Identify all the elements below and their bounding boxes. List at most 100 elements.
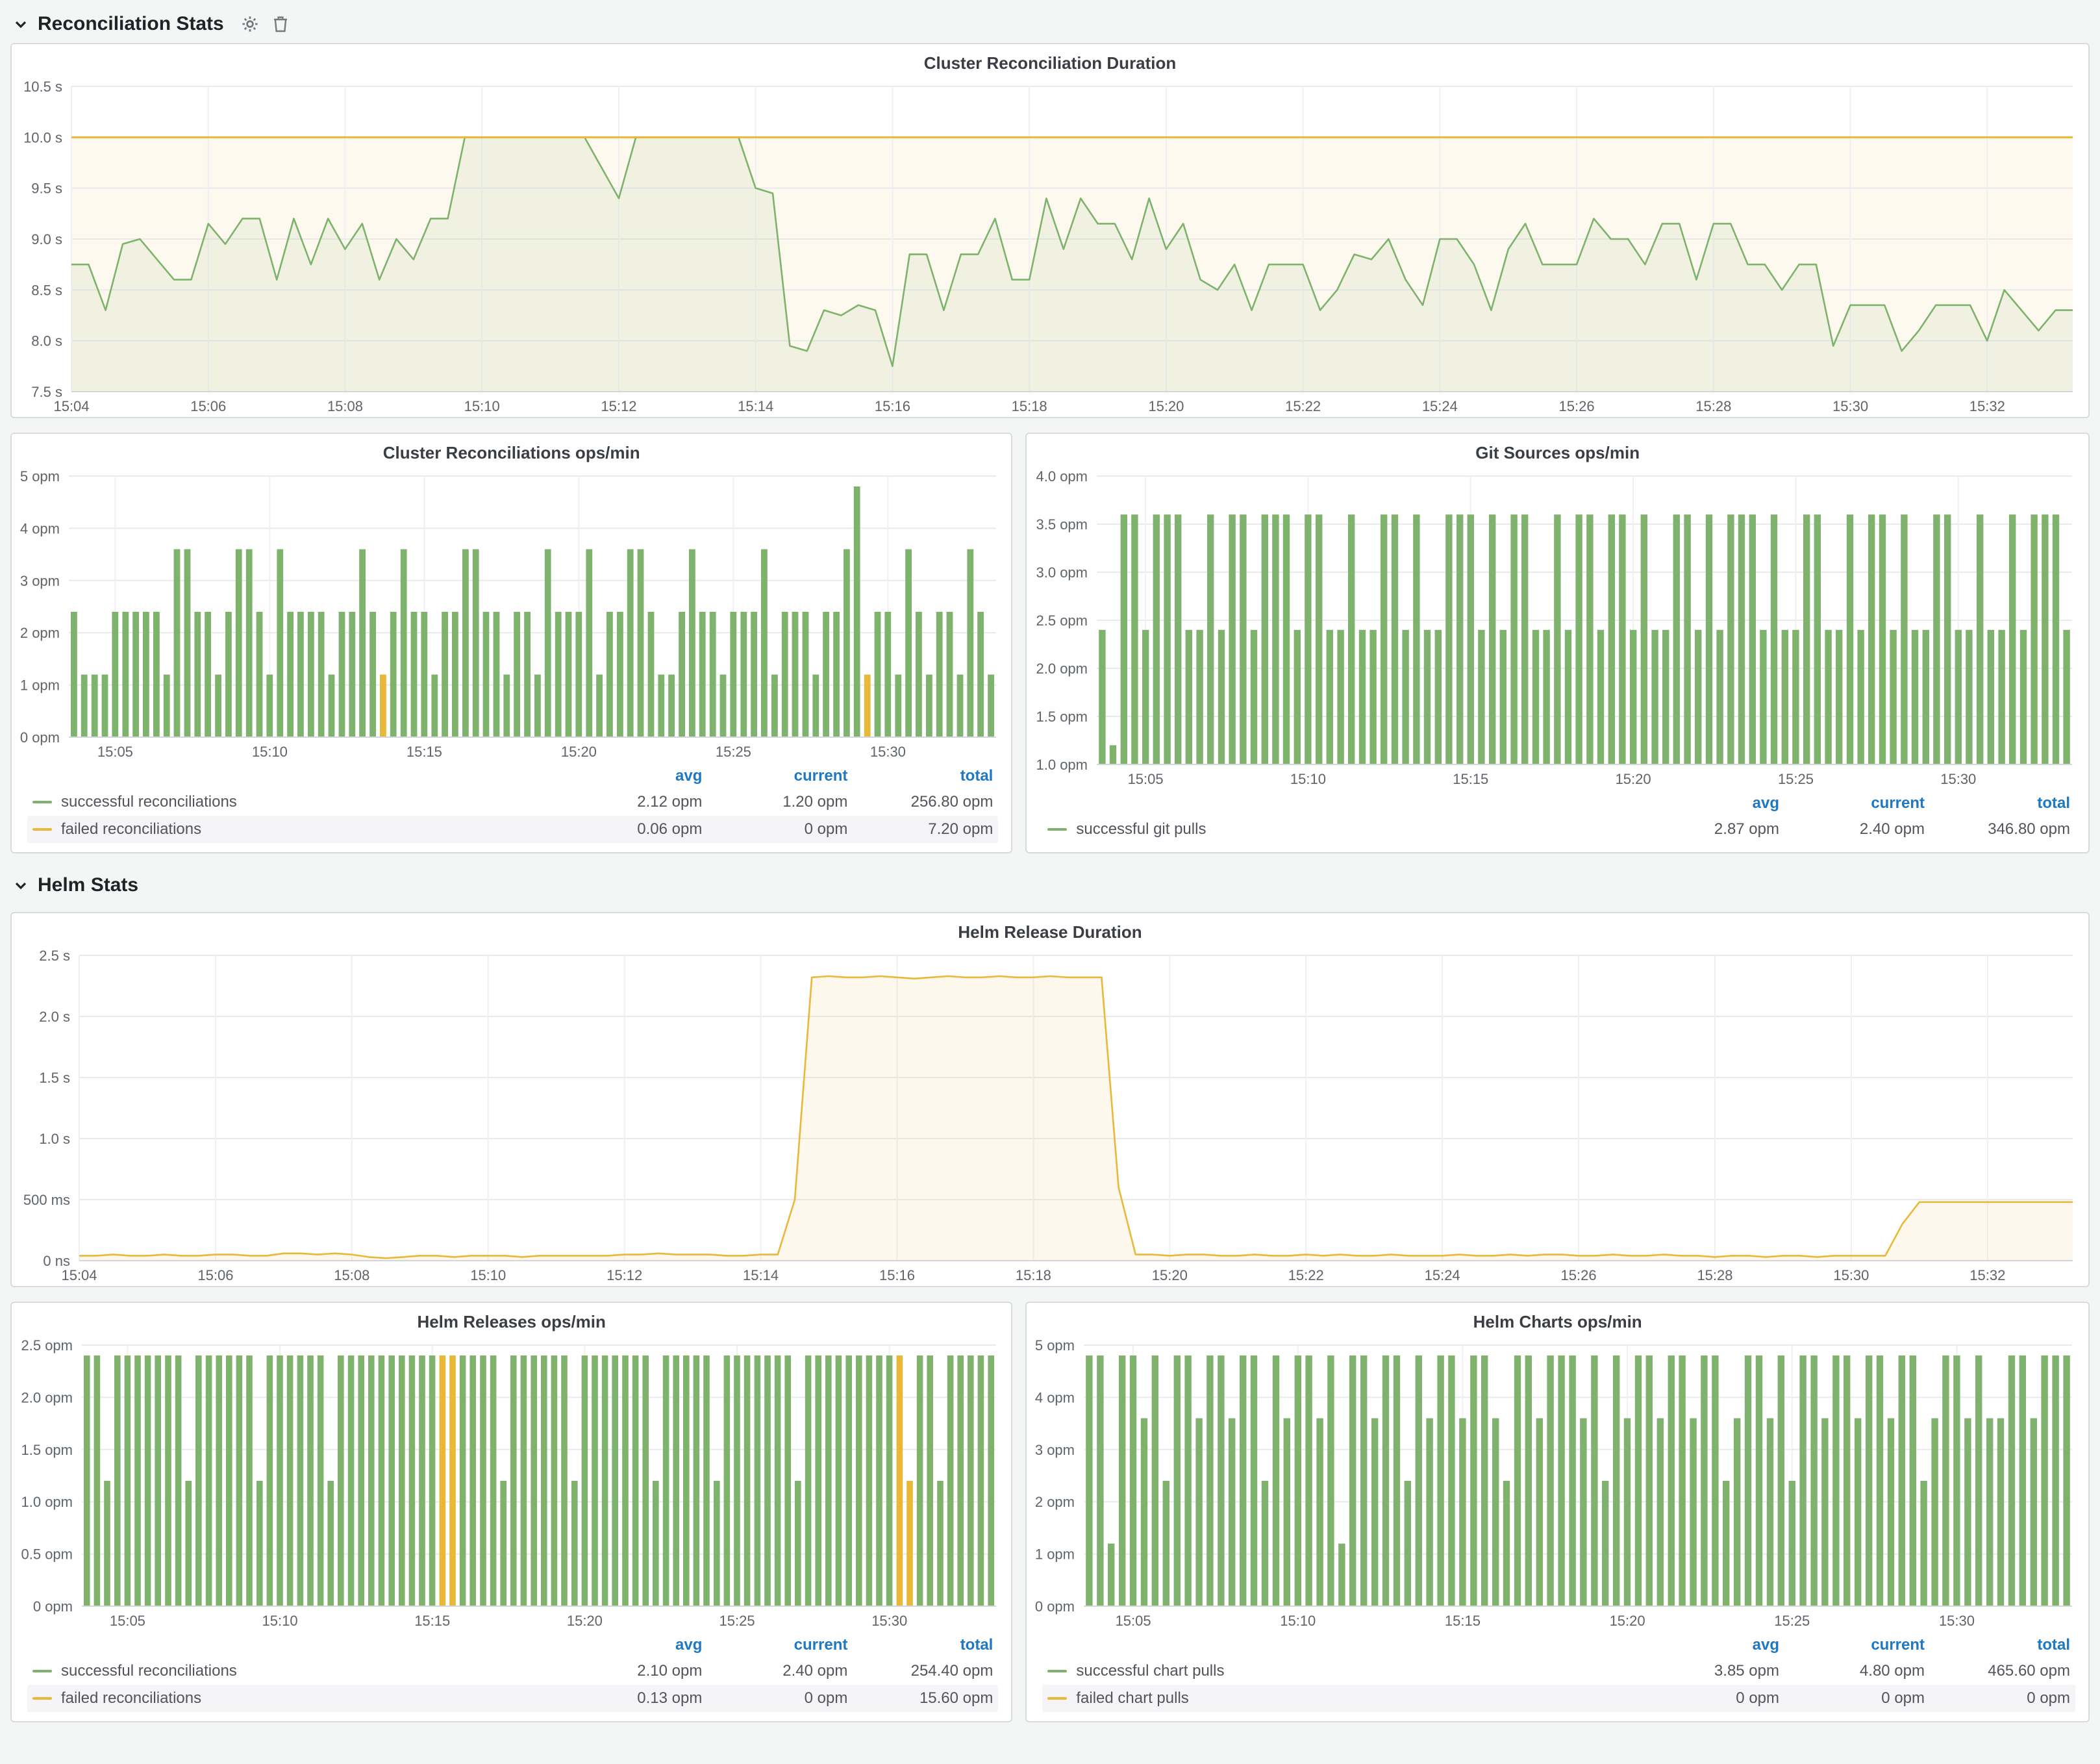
bar bbox=[102, 675, 108, 737]
chart-helm-charts-ops[interactable]: 0 opm1 opm2 opm3 opm4 opm5 opm15:0515:10… bbox=[1027, 1335, 2088, 1632]
bar bbox=[724, 1355, 731, 1606]
bar bbox=[582, 1355, 588, 1606]
x-tick-label: 15:06 bbox=[190, 398, 226, 414]
series-name[interactable]: failed reconciliations bbox=[61, 1689, 556, 1707]
y-tick-label: 2.5 s bbox=[39, 948, 70, 964]
bar bbox=[957, 1355, 964, 1606]
legend-col-total[interactable]: total bbox=[847, 1636, 993, 1654]
series-avg: 0 opm bbox=[1634, 1689, 1779, 1707]
y-tick-label: 2.0 opm bbox=[21, 1389, 73, 1405]
series-name[interactable]: failed chart pulls bbox=[1076, 1689, 1634, 1707]
bar bbox=[297, 612, 304, 737]
bar bbox=[663, 1355, 669, 1606]
chevron-down-icon bbox=[13, 877, 29, 893]
bar bbox=[1901, 514, 1908, 764]
bar bbox=[277, 549, 283, 737]
y-tick-label: 5 opm bbox=[1035, 1337, 1075, 1354]
series-name[interactable]: successful reconciliations bbox=[61, 1662, 556, 1680]
x-tick-label: 15:15 bbox=[1453, 771, 1489, 787]
bar bbox=[1349, 1355, 1356, 1606]
gear-icon[interactable] bbox=[241, 15, 259, 33]
chart-helm-release-duration[interactable]: 0 ns500 ms1.0 s1.5 s2.0 s2.5 s15:0415:06… bbox=[12, 945, 2088, 1286]
row-header-helm-stats[interactable]: Helm Stats bbox=[10, 868, 2090, 903]
panel-title[interactable]: Git Sources ops/min bbox=[1027, 434, 2088, 466]
bar bbox=[864, 675, 871, 737]
bar bbox=[2053, 1355, 2059, 1606]
bar bbox=[1866, 1355, 1872, 1606]
legend-col-current[interactable]: current bbox=[1779, 1636, 1925, 1654]
row-title[interactable]: Reconciliation Stats bbox=[38, 13, 224, 35]
panel-title[interactable]: Cluster Reconciliation Duration bbox=[12, 44, 2088, 76]
bar bbox=[751, 612, 757, 737]
y-tick-label: 2 opm bbox=[1035, 1494, 1075, 1510]
bar bbox=[287, 612, 294, 737]
legend-col-avg[interactable]: avg bbox=[1634, 794, 1779, 813]
bar bbox=[566, 612, 572, 737]
legend-col-current[interactable]: current bbox=[702, 1636, 847, 1654]
series-name[interactable]: successful chart pulls bbox=[1076, 1662, 1634, 1680]
panel-title[interactable]: Helm Release Duration bbox=[12, 913, 2088, 945]
bar bbox=[627, 549, 634, 737]
series-current: 0 opm bbox=[1779, 1689, 1925, 1707]
bar bbox=[1602, 1481, 1608, 1606]
bar bbox=[1449, 1355, 1455, 1606]
row-title[interactable]: Helm Stats bbox=[38, 874, 138, 896]
chart-helm-releases-ops[interactable]: 0 opm0.5 opm1.0 opm1.5 opm2.0 opm2.5 opm… bbox=[12, 1335, 1011, 1632]
series-swatch bbox=[32, 801, 52, 803]
bar bbox=[856, 1355, 862, 1606]
legend-col-total[interactable]: total bbox=[1925, 794, 2070, 813]
series-name[interactable]: successful git pulls bbox=[1076, 820, 1634, 838]
bar bbox=[1943, 1355, 1949, 1606]
trash-icon[interactable] bbox=[272, 15, 289, 33]
chart-cluster-reconciliation-duration[interactable]: 7.5 s8.0 s8.5 s9.0 s9.5 s10.0 s10.5 s15:… bbox=[12, 76, 2088, 417]
legend-col-total[interactable]: total bbox=[847, 767, 993, 785]
bar bbox=[1965, 1418, 1971, 1606]
bar bbox=[1868, 514, 1875, 764]
bar bbox=[122, 612, 129, 737]
bar bbox=[1581, 1418, 1587, 1606]
x-tick-label: 15:05 bbox=[1116, 1613, 1151, 1629]
legend-col-avg[interactable]: avg bbox=[556, 1636, 702, 1654]
bar bbox=[1099, 630, 1106, 764]
bar bbox=[734, 1355, 740, 1606]
legend-col-total[interactable]: total bbox=[1925, 1636, 2070, 1654]
panel-title[interactable]: Helm Releases ops/min bbox=[12, 1303, 1011, 1335]
bar bbox=[957, 675, 964, 737]
x-tick-label: 15:25 bbox=[1775, 1613, 1810, 1629]
chart-git-sources-ops[interactable]: 1.0 opm1.5 opm2.0 opm2.5 opm3.0 opm3.5 o… bbox=[1027, 466, 2088, 790]
bar bbox=[1328, 1355, 1334, 1606]
bar bbox=[1624, 1418, 1631, 1606]
y-tick-label: 1.5 s bbox=[39, 1070, 70, 1086]
bar bbox=[338, 1355, 344, 1606]
series-name[interactable]: successful reconciliations bbox=[61, 793, 556, 811]
bar bbox=[1997, 1418, 2004, 1606]
legend-col-avg[interactable]: avg bbox=[1634, 1636, 1779, 1654]
legend-col-current[interactable]: current bbox=[702, 767, 847, 785]
bar bbox=[1503, 1481, 1510, 1606]
bar bbox=[359, 549, 366, 737]
legend-col-current[interactable]: current bbox=[1779, 794, 1925, 813]
bar bbox=[132, 612, 139, 737]
legend-col-avg[interactable]: avg bbox=[556, 767, 702, 785]
bar bbox=[1097, 1355, 1104, 1606]
bar bbox=[1789, 1481, 1795, 1606]
series-current: 2.40 opm bbox=[1779, 820, 1925, 838]
bar bbox=[586, 549, 592, 737]
bar bbox=[409, 1355, 416, 1606]
panel-title[interactable]: Cluster Reconciliations ops/min bbox=[12, 434, 1011, 466]
y-tick-label: 2.0 s bbox=[39, 1009, 70, 1025]
bar bbox=[1295, 1355, 1301, 1606]
chart-cluster-reconciliations-ops[interactable]: 0 opm1 opm2 opm3 opm4 opm5 opm15:0515:10… bbox=[12, 466, 1011, 762]
bar bbox=[380, 675, 386, 737]
bar bbox=[1558, 1355, 1565, 1606]
bar bbox=[452, 612, 458, 737]
bar bbox=[833, 612, 840, 737]
bar bbox=[1749, 514, 1756, 764]
panel-cluster-reconciliation-duration: Cluster Reconciliation Duration 7.5 s8.0… bbox=[10, 43, 2090, 418]
bar bbox=[2009, 514, 2016, 764]
panel-title[interactable]: Helm Charts ops/min bbox=[1027, 1303, 2088, 1335]
bar bbox=[1086, 1355, 1093, 1606]
series-current: 4.80 opm bbox=[1779, 1662, 1925, 1680]
row-header-reconciliation-stats[interactable]: Reconciliation Stats bbox=[10, 5, 2090, 43]
series-name[interactable]: failed reconciliations bbox=[61, 820, 556, 838]
